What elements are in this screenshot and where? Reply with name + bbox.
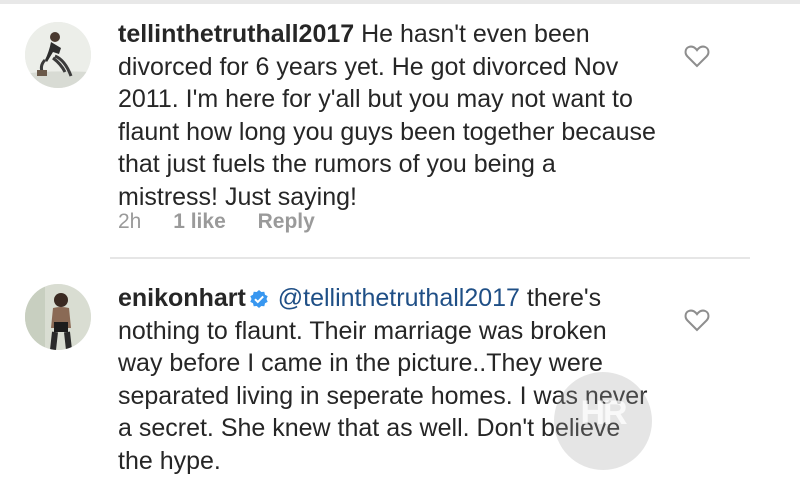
verified-badge-icon [250,290,268,308]
comment-item: enikonhart @tellinthetruthall2017 there'… [0,258,800,475]
user-avatar[interactable] [25,22,91,88]
likes-count[interactable]: 1 like [173,210,226,233]
comment-item: tellinthetruthall2017 He hasn't even bee… [0,0,800,258]
avatar-image [25,22,91,88]
comment-username[interactable]: tellinthetruthall2017 [118,20,354,48]
comment-text: enikonhart @tellinthetruthall2017 there'… [118,282,658,477]
mention-link[interactable]: @tellinthetruthall2017 [278,284,520,312]
user-avatar[interactable] [25,284,91,350]
comment-time: 2h [118,210,142,233]
avatar-image [25,284,91,350]
heart-outline-icon[interactable] [684,308,710,332]
heart-outline-icon[interactable] [684,44,710,68]
reply-button[interactable]: Reply [258,210,315,233]
comment-meta: 2h 1 like Reply [118,210,341,234]
comment-body: there's nothing to flaunt. Their marriag… [118,284,648,475]
comment-body: He hasn't even been divorced for 6 years… [118,20,656,211]
comment-text: tellinthetruthall2017 He hasn't even bee… [118,18,658,213]
comment-username[interactable]: enikonhart [118,284,246,312]
